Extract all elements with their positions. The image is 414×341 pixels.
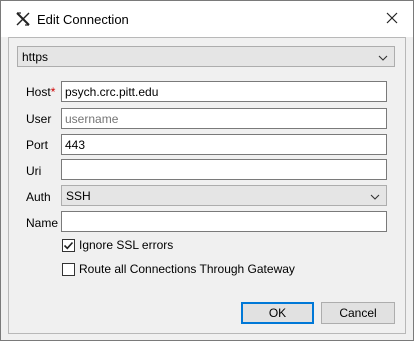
chevron-down-icon (370, 191, 380, 201)
host-field[interactable] (61, 81, 387, 102)
title-bar[interactable]: Edit Connection (1, 1, 413, 37)
uri-field[interactable] (61, 159, 387, 180)
close-icon (386, 12, 398, 27)
chevron-down-icon (378, 52, 388, 62)
name-field[interactable] (61, 211, 387, 232)
auth-label: Auth (26, 190, 51, 204)
port-field[interactable] (61, 134, 387, 155)
window-title: Edit Connection (37, 12, 129, 27)
auth-select-value: SSH (66, 189, 91, 203)
ignore-ssl-label: Ignore SSL errors (79, 238, 174, 252)
protocol-select[interactable]: https (17, 46, 395, 67)
host-label: Host* (26, 85, 56, 99)
cancel-button[interactable]: Cancel (321, 302, 395, 324)
checkmark-icon (63, 241, 74, 249)
route-gateway-label: Route all Connections Through Gateway (79, 262, 295, 276)
ok-button[interactable]: OK (241, 302, 314, 324)
x-logo-icon (15, 11, 31, 27)
name-label: Name (26, 216, 59, 230)
close-button[interactable] (381, 9, 403, 29)
uri-label: Uri (26, 164, 42, 178)
user-label: User (26, 112, 52, 126)
ignore-ssl-checkbox[interactable] (62, 238, 75, 252)
ignore-ssl-option[interactable]: Ignore SSL errors (62, 238, 173, 252)
user-field[interactable] (61, 108, 387, 129)
route-gateway-checkbox[interactable] (62, 262, 75, 276)
auth-select[interactable]: SSH (61, 185, 387, 206)
required-marker: * (50, 85, 56, 99)
edit-connection-dialog: Edit Connection https Host* User Port Ur… (0, 0, 414, 341)
route-gateway-option[interactable]: Route all Connections Through Gateway (62, 262, 295, 276)
port-label: Port (26, 138, 49, 152)
protocol-select-value: https (22, 50, 49, 64)
